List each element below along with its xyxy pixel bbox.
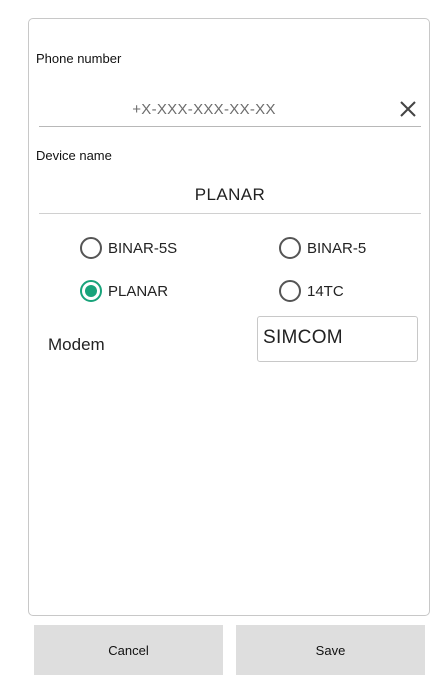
form-card: Phone number Device name PLANAR BINAR-5S… bbox=[28, 18, 430, 616]
radio-label: PLANAR bbox=[108, 282, 169, 300]
radio-label: BINAR-5 bbox=[307, 239, 367, 257]
modem-value: SIMCOM bbox=[263, 327, 343, 348]
radio-planar[interactable]: PLANAR bbox=[80, 278, 168, 304]
device-name-field[interactable]: PLANAR bbox=[39, 182, 421, 214]
device-name-label: Device name bbox=[36, 148, 112, 163]
cancel-button[interactable]: Cancel bbox=[34, 625, 223, 675]
radio-dot-icon bbox=[85, 285, 97, 297]
close-icon[interactable] bbox=[397, 98, 419, 120]
device-form-screen: Phone number Device name PLANAR BINAR-5S… bbox=[0, 0, 439, 675]
phone-number-label: Phone number bbox=[36, 51, 122, 66]
modem-label: Modem bbox=[48, 335, 105, 354]
phone-number-input[interactable] bbox=[39, 95, 369, 123]
radio-14tc[interactable]: 14TC bbox=[279, 278, 344, 304]
save-button[interactable]: Save bbox=[236, 625, 425, 675]
radio-binar-5s[interactable]: BINAR-5S bbox=[80, 235, 177, 261]
radio-label: 14TC bbox=[307, 282, 344, 300]
phone-number-field bbox=[39, 95, 421, 127]
radio-checked-icon bbox=[80, 280, 102, 302]
radio-unchecked-icon bbox=[279, 237, 301, 259]
radio-unchecked-icon bbox=[279, 280, 301, 302]
modem-field[interactable]: SIMCOM bbox=[257, 316, 418, 362]
radio-label: BINAR-5S bbox=[108, 239, 178, 257]
radio-unchecked-icon bbox=[80, 237, 102, 259]
radio-binar-5[interactable]: BINAR-5 bbox=[279, 235, 366, 261]
device-name-value: PLANAR bbox=[194, 185, 266, 204]
